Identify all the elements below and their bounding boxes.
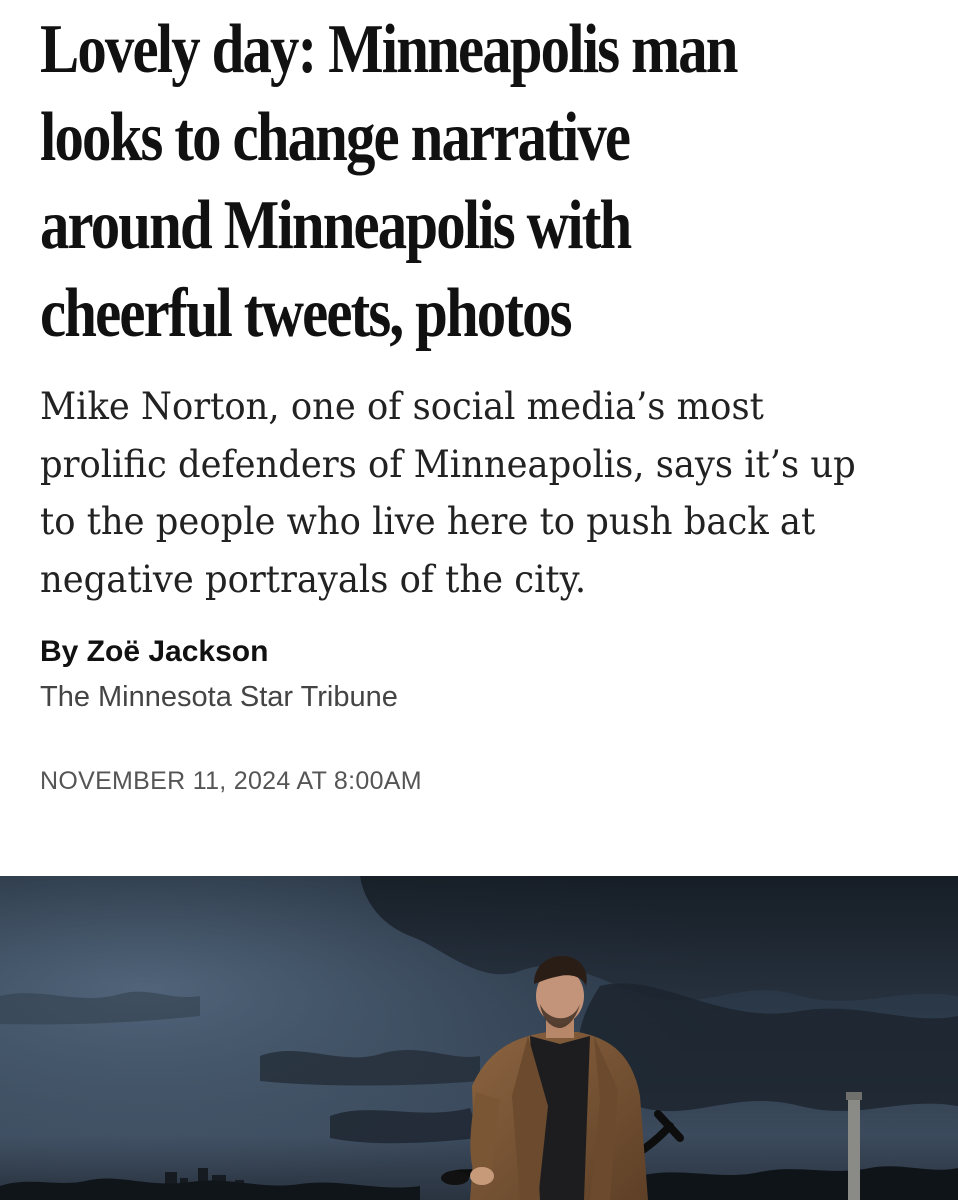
author-byline[interactable]: By Zoë Jackson [40,632,268,672]
publish-date: NOVEMBER 11, 2024 AT 8:00AM [40,767,422,795]
hero-photo-illustration [0,876,958,1200]
publication-name: The Minnesota Star Tribune [40,681,398,713]
article: Lovely day: Minneapolis man looks to cha… [0,0,958,1200]
hero-photo [0,876,958,1200]
article-dek: Mike Norton, one of social media’s most … [40,385,856,601]
article-headline: Lovely day: Minneapolis man looks to cha… [40,11,738,352]
